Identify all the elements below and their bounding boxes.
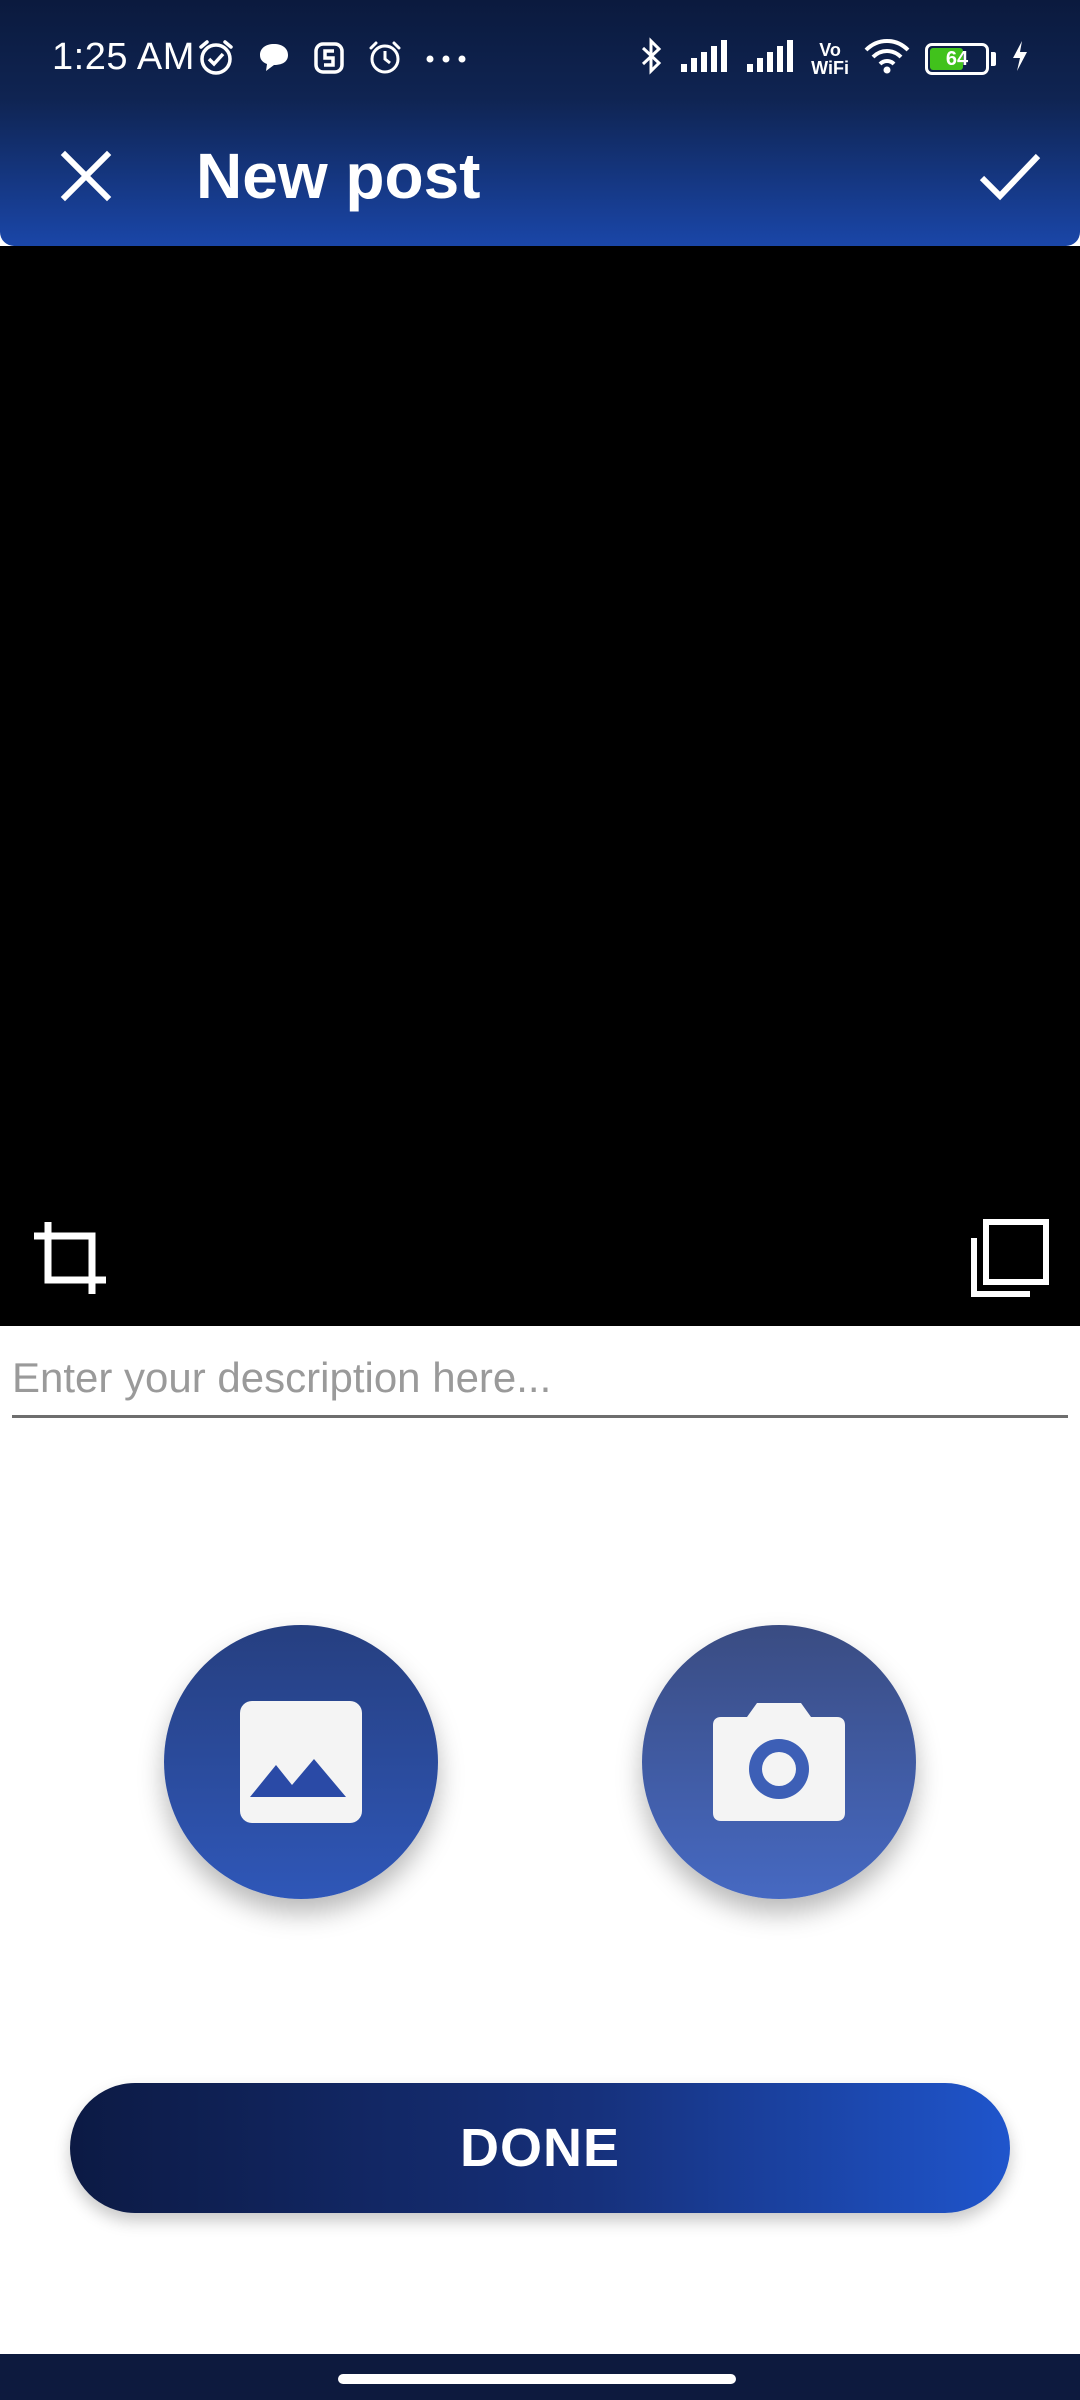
alarm-icon (366, 39, 404, 82)
status-bar: 1:25 AM Vo WiFi 64 (0, 0, 1080, 120)
vowifi-top-label: Vo (819, 39, 841, 60)
description-input[interactable] (12, 1346, 1068, 1418)
battery-level: 64 (945, 47, 969, 70)
page-title: New post (196, 140, 481, 212)
camera-button[interactable] (642, 1625, 916, 1899)
vowifi-icon: Vo WiFi (811, 41, 849, 77)
charging-icon (1010, 39, 1030, 78)
app-s-icon (312, 40, 346, 81)
signal-icon (679, 38, 731, 79)
crop-button[interactable] (28, 1216, 112, 1300)
gallery-button[interactable] (164, 1625, 438, 1899)
gallery-image-icon (240, 1701, 362, 1823)
status-left-icons (196, 38, 468, 83)
check-icon (979, 153, 1041, 201)
camera-icon (713, 1703, 845, 1821)
new-post-screen: 1:25 AM Vo WiFi 64 New post Enter your d… (0, 0, 1080, 2400)
top-bar: 1:25 AM Vo WiFi 64 New post (0, 0, 1080, 246)
battery-outline: 64 (925, 42, 989, 75)
wifi-icon (863, 37, 911, 80)
confirm-button[interactable] (970, 136, 1050, 216)
status-right-icons: Vo WiFi 64 (639, 36, 1030, 81)
aspect-ratio-button[interactable] (968, 1216, 1052, 1300)
gesture-nav-bar (0, 2354, 1080, 2400)
image-preview (0, 246, 1080, 1326)
aspect-ratio-icon (971, 1219, 1049, 1297)
app-bar: New post (0, 120, 1080, 246)
status-time: 1:25 AM (52, 36, 195, 78)
crop-icon (34, 1222, 106, 1294)
home-gesture-handle[interactable] (338, 2374, 736, 2384)
vowifi-bottom-label: WiFi (811, 57, 849, 78)
battery-icon: 64 (925, 42, 996, 75)
alarm-check-icon (196, 38, 236, 83)
bluetooth-icon (639, 36, 665, 81)
signal-icon (745, 38, 797, 79)
done-button[interactable]: DONE (70, 2083, 1010, 2213)
more-dots-icon (424, 52, 468, 70)
chat-bubble-icon (256, 40, 292, 81)
close-icon (60, 150, 112, 202)
battery-cap (991, 51, 996, 66)
close-button[interactable] (46, 136, 126, 216)
